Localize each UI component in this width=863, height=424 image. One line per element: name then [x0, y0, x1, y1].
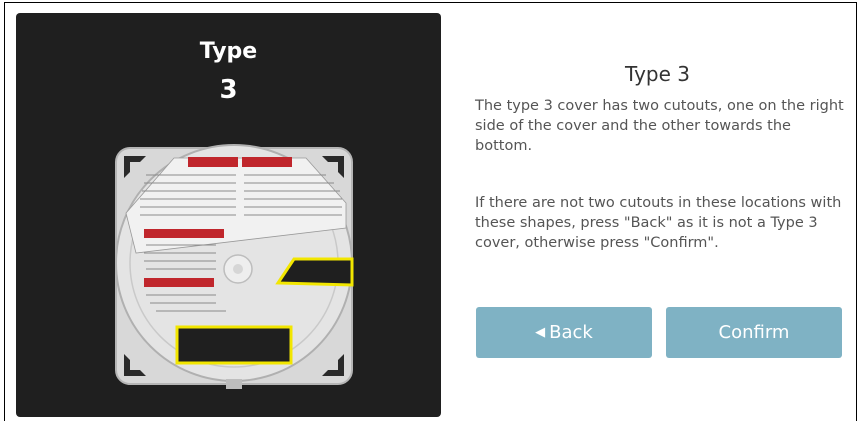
cover-type-title: Type 3	[624, 62, 691, 86]
cover-image-panel: Type 3	[16, 13, 441, 417]
description-paragraph: The type 3 cover has two cutouts, one on…	[475, 98, 844, 154]
warning-banner	[144, 229, 224, 238]
bottom-cutout-highlight	[175, 325, 293, 365]
meter-cover-image	[115, 144, 354, 389]
attention-banner	[144, 278, 214, 287]
bottom-tab	[226, 379, 242, 389]
danger-banner-right	[242, 157, 292, 167]
back-button[interactable]: ◀ Back	[476, 307, 652, 358]
instruction-paragraph: If there are not two cutouts in these lo…	[475, 195, 842, 251]
danger-banner-left	[188, 157, 238, 167]
back-button-label: Back	[549, 322, 593, 343]
left-triangle-icon: ◀	[535, 325, 546, 340]
confirm-button-label: Confirm	[718, 322, 790, 343]
confirm-button[interactable]: Confirm	[666, 307, 842, 358]
